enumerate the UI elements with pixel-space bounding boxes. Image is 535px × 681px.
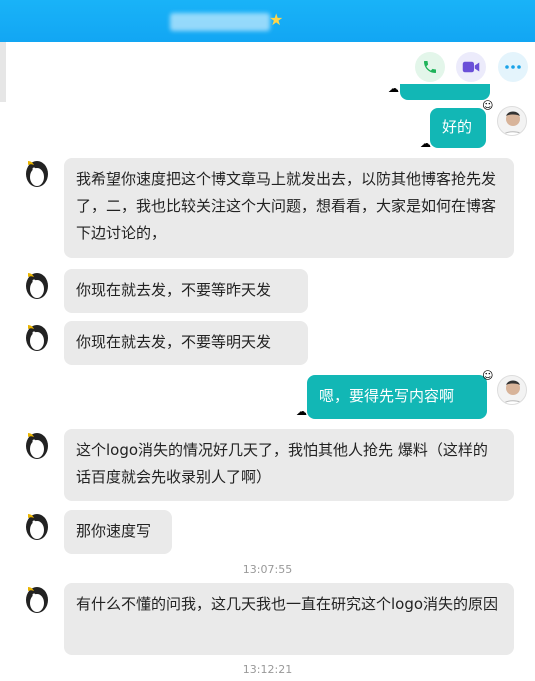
message-text: 嗯，要得先写内容啊 <box>319 387 455 405</box>
voice-call-button[interactable] <box>415 52 445 82</box>
penguin-avatar-icon <box>26 514 48 540</box>
timestamp: 13:12:21 <box>242 663 293 676</box>
message-bubble[interactable]: 嗯，要得先写内容啊 <box>307 375 487 419</box>
user-avatar-icon <box>502 111 524 135</box>
user-avatar-icon <box>502 380 524 404</box>
smiley-icon: ☺ <box>482 369 494 382</box>
message-text: 有什么不懂的问我，这几天我也一直在研究这个logo消失的原因 <box>76 595 499 613</box>
message-text: 我希望你速度把这个博文章马上就发出去，以防其他博客抢先发了，二，我也比较关注这个… <box>76 170 497 242</box>
avatar[interactable] <box>497 375 527 405</box>
timestamp: 13:07:55 <box>242 563 293 576</box>
penguin-avatar-icon <box>26 161 48 187</box>
contact-name-blurred <box>170 13 270 31</box>
message-text: 好的 <box>442 118 473 136</box>
cloud-emoji-icon: ☁ <box>388 82 399 95</box>
star-icon: ★ <box>269 10 284 29</box>
previous-message-bubble-edge <box>400 84 490 100</box>
message-text: 这个logo消失的情况好几天了，我怕其他人抢先 爆料（这样的话百度就会先收录别人… <box>76 441 488 486</box>
message-text: 你现在就去发，不要等明天发 <box>76 333 272 351</box>
more-icon <box>505 65 521 69</box>
cloud-emoji-icon: ☁ <box>420 137 431 150</box>
left-edge-divider <box>0 42 6 102</box>
message-bubble[interactable]: 有什么不懂的问我，这几天我也一直在研究这个logo消失的原因 <box>64 583 514 655</box>
message-text: 那你速度写 <box>76 522 152 540</box>
message-text: 你现在就去发，不要等昨天发 <box>76 281 272 299</box>
avatar[interactable] <box>22 322 52 352</box>
avatar[interactable] <box>22 430 52 460</box>
avatar[interactable] <box>22 584 52 614</box>
avatar[interactable] <box>22 511 52 541</box>
penguin-avatar-icon <box>26 433 48 459</box>
avatar[interactable] <box>22 270 52 300</box>
penguin-avatar-icon <box>26 325 48 351</box>
smiley-icon: ☺ <box>482 99 494 112</box>
penguin-avatar-icon <box>26 587 48 613</box>
message-bubble[interactable]: 这个logo消失的情况好几天了，我怕其他人抢先 爆料（这样的话百度就会先收录别人… <box>64 429 514 501</box>
avatar[interactable] <box>497 106 527 136</box>
message-bubble[interactable]: 好的 <box>430 108 486 148</box>
message-bubble[interactable]: 你现在就去发，不要等明天发 <box>64 321 308 365</box>
title-bar: ★ <box>0 0 535 42</box>
avatar[interactable] <box>22 158 52 188</box>
video-icon <box>462 61 480 73</box>
message-bubble[interactable]: 我希望你速度把这个博文章马上就发出去，以防其他博客抢先发了，二，我也比较关注这个… <box>64 158 514 258</box>
phone-icon <box>424 61 436 73</box>
cloud-emoji-icon: ☁ <box>296 405 307 418</box>
penguin-avatar-icon <box>26 273 48 299</box>
message-bubble[interactable]: 那你速度写 <box>64 510 172 554</box>
video-call-button[interactable] <box>456 52 486 82</box>
message-bubble[interactable]: 你现在就去发，不要等昨天发 <box>64 269 308 313</box>
more-options-button[interactable] <box>498 52 528 82</box>
